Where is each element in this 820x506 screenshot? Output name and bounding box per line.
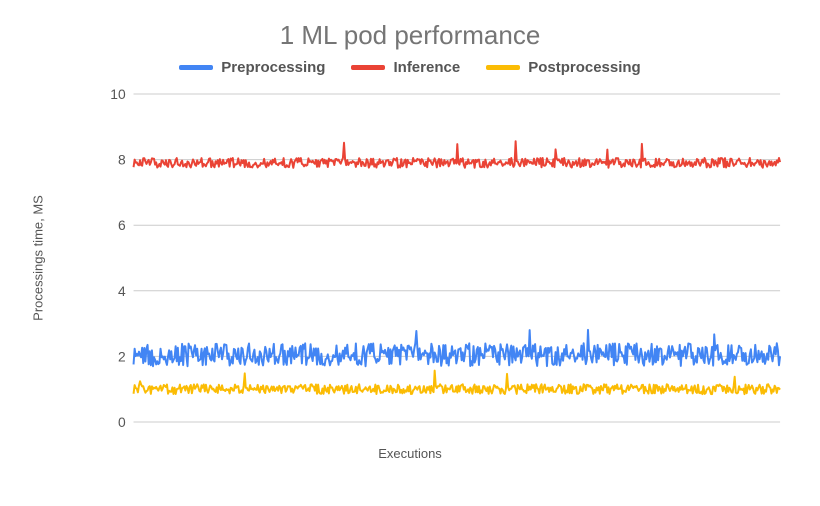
plot-area: Processings time, MS 0246810 bbox=[94, 88, 786, 428]
legend-label: Postprocessing bbox=[528, 59, 641, 76]
x-axis-label: Executions bbox=[24, 446, 796, 461]
chart-container: 1 ML pod performance Preprocessing Infer… bbox=[0, 0, 820, 506]
legend-item-inference: Inference bbox=[351, 59, 460, 76]
y-axis-label: Processings time, MS bbox=[31, 195, 46, 321]
legend-label: Preprocessing bbox=[221, 59, 325, 76]
legend-item-preprocessing: Preprocessing bbox=[179, 59, 325, 76]
chart-title: 1 ML pod performance bbox=[24, 20, 796, 51]
legend-label: Inference bbox=[393, 59, 460, 76]
series-inference bbox=[134, 141, 781, 168]
legend-swatch-inference bbox=[351, 65, 385, 70]
legend-swatch-postprocessing bbox=[486, 65, 520, 70]
series-postprocessing bbox=[134, 371, 781, 395]
y-tick-label: 2 bbox=[118, 348, 126, 364]
y-tick-label: 6 bbox=[118, 217, 126, 233]
y-tick-label: 8 bbox=[118, 152, 126, 168]
legend-item-postprocessing: Postprocessing bbox=[486, 59, 641, 76]
legend: Preprocessing Inference Postprocessing bbox=[24, 59, 796, 76]
y-tick-label: 10 bbox=[110, 86, 126, 102]
series-preprocessing bbox=[134, 330, 781, 366]
legend-swatch-preprocessing bbox=[179, 65, 213, 70]
y-tick-label: 4 bbox=[118, 283, 126, 299]
y-tick-label: 0 bbox=[118, 414, 126, 430]
chart-svg: 0 2 4 6 8 10 bbox=[94, 88, 786, 428]
